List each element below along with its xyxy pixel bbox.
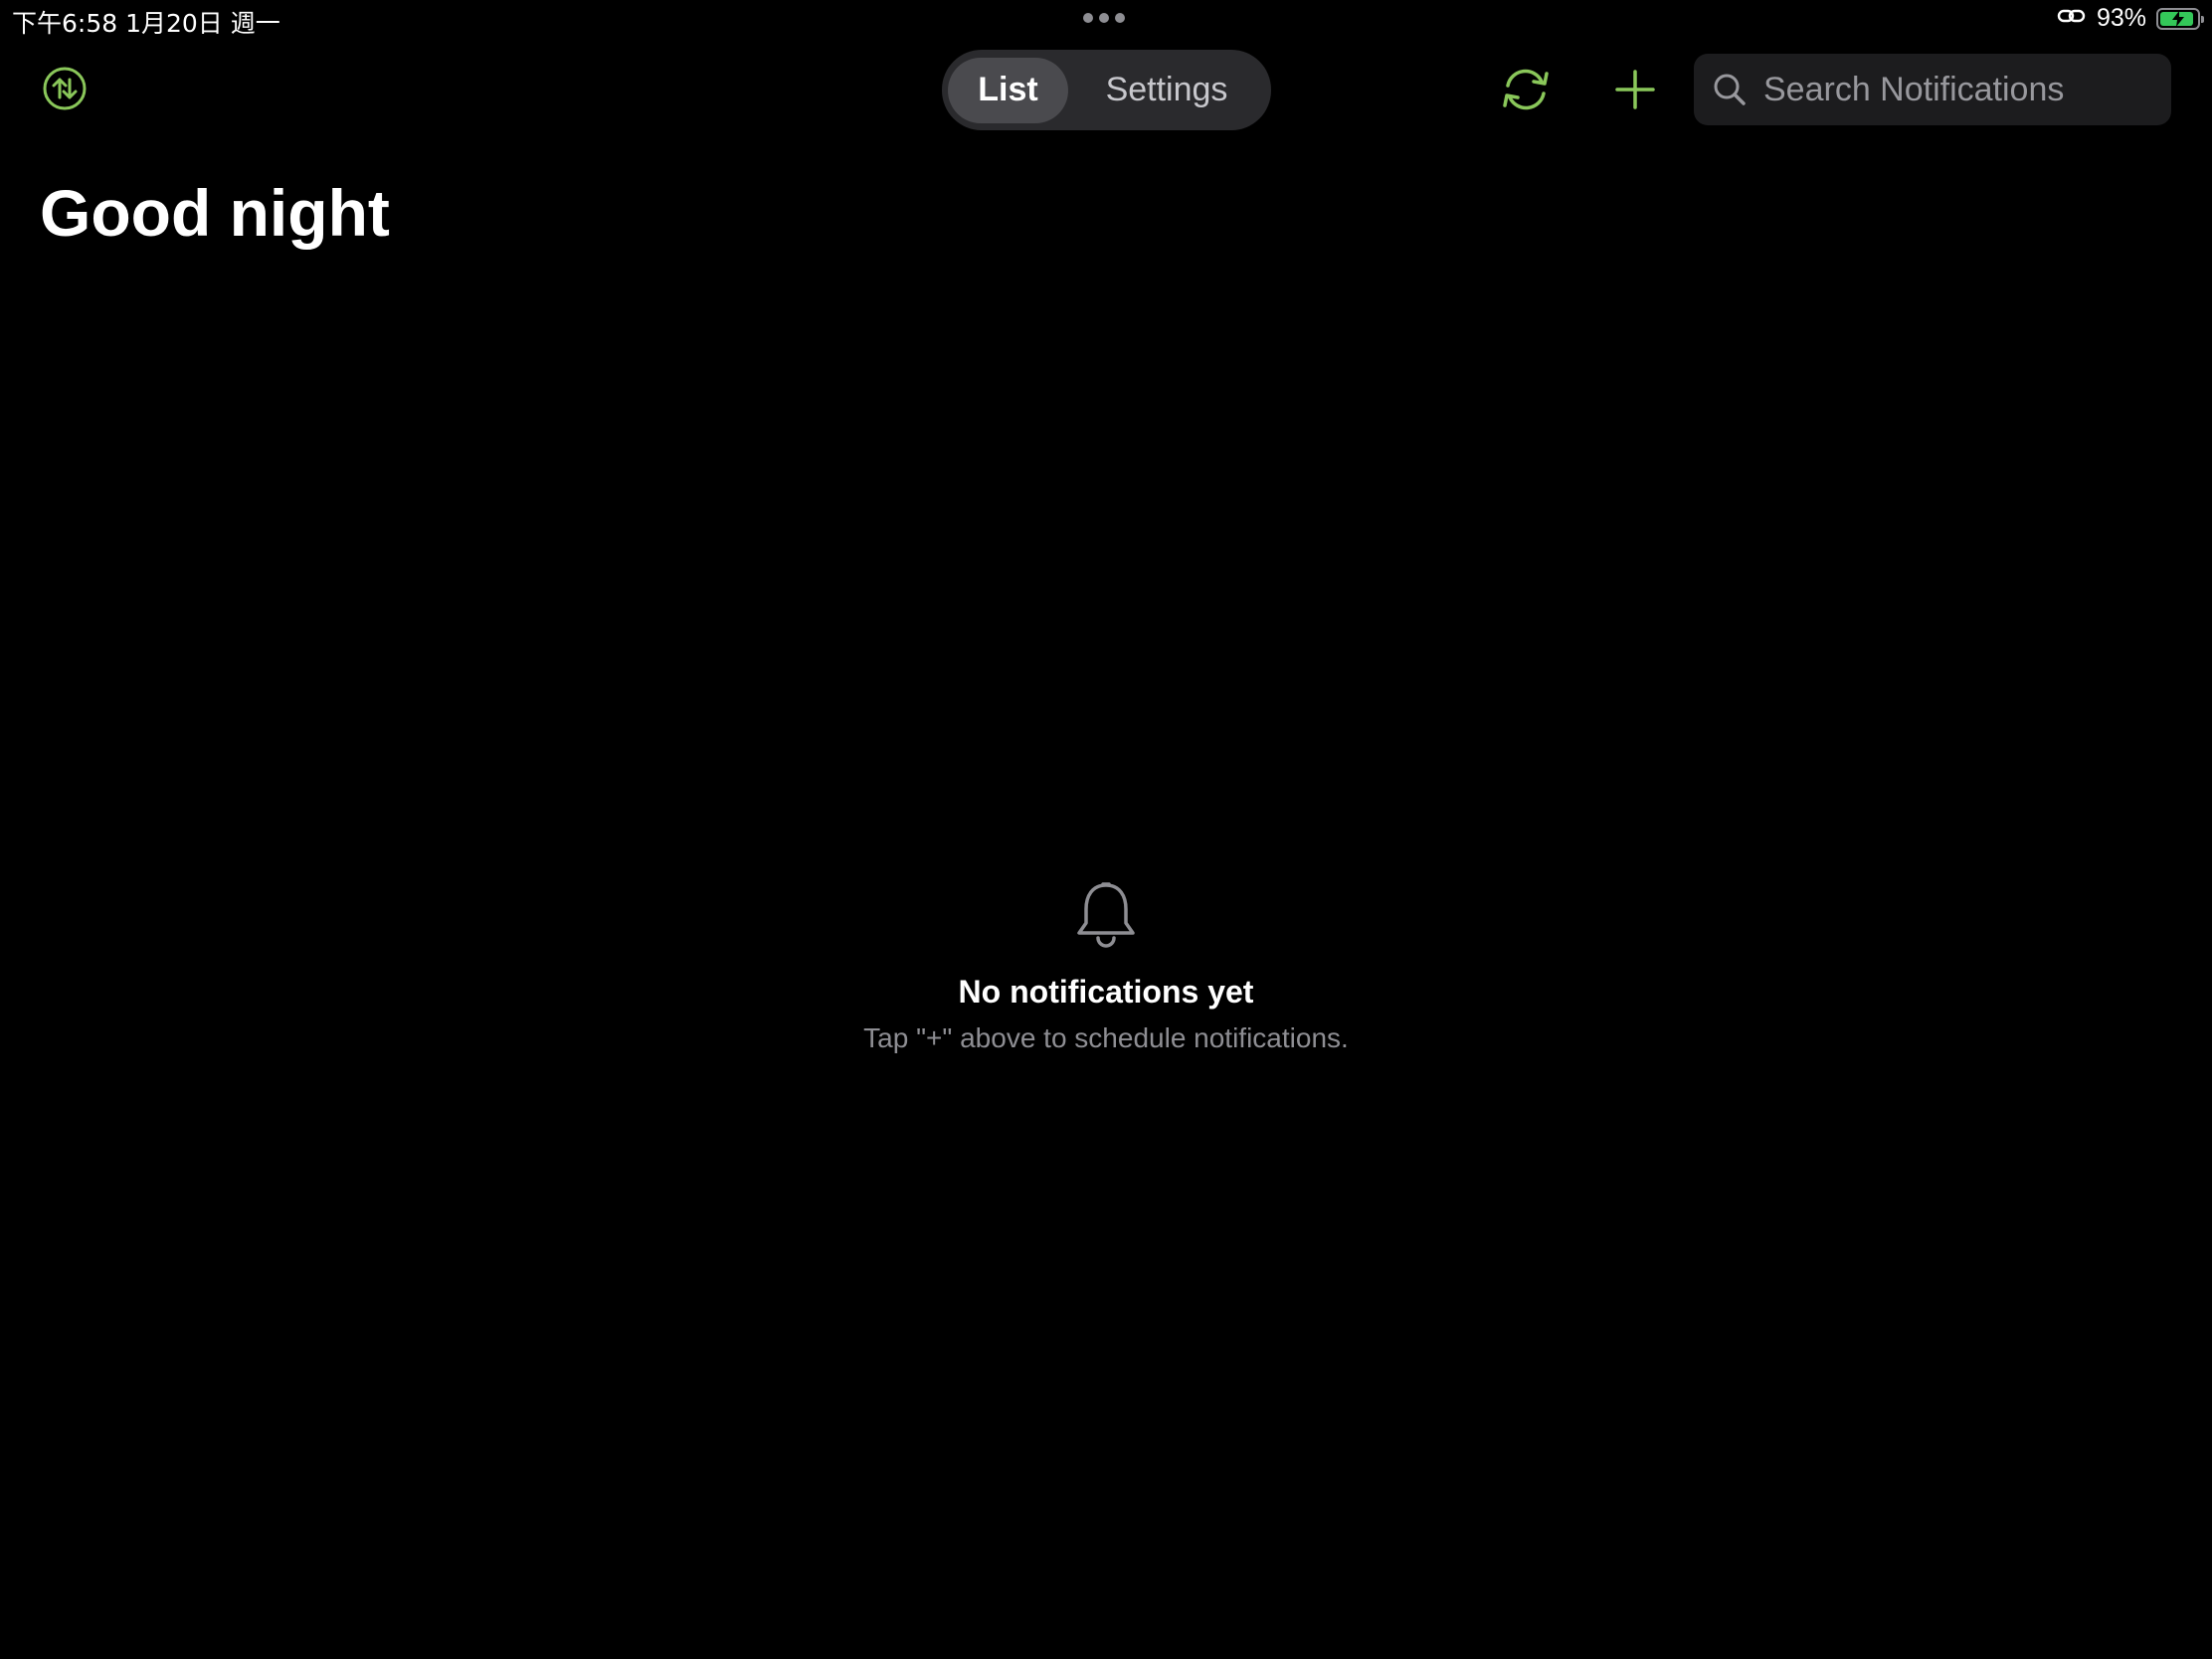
search-icon	[1712, 72, 1748, 107]
tab-settings[interactable]: Settings	[1068, 58, 1265, 123]
search-box[interactable]	[1694, 54, 2171, 125]
sort-arrows-icon	[42, 66, 88, 116]
status-time-date: 下午6:58 1月20日 週一	[12, 9, 280, 38]
sort-button[interactable]	[40, 66, 90, 115]
refresh-button[interactable]	[1497, 63, 1555, 120]
empty-state-title: No notifications yet	[958, 974, 1254, 1010]
tab-list[interactable]: List	[948, 57, 1068, 123]
bell-icon	[1072, 879, 1140, 951]
page-title: Good night	[40, 176, 390, 250]
refresh-icon	[1498, 62, 1554, 122]
battery-charging-icon	[2156, 7, 2204, 30]
status-right: 93%	[2057, 4, 2204, 33]
view-segmented-control: List Settings	[942, 50, 1271, 130]
empty-state: No notifications yet Tap "+" above to sc…	[0, 879, 2212, 1054]
plus-icon	[1615, 69, 1655, 114]
empty-state-subtitle: Tap "+" above to schedule notifications.	[863, 1022, 1349, 1053]
link-icon	[2057, 6, 2087, 31]
search-input[interactable]	[1761, 69, 2163, 110]
add-notification-button[interactable]	[1611, 68, 1659, 115]
multitasking-dots[interactable]	[1083, 13, 1125, 23]
status-bar: 下午6:58 1月20日 週一 93%	[0, 0, 2212, 40]
battery-percent: 93%	[2096, 4, 2146, 32]
